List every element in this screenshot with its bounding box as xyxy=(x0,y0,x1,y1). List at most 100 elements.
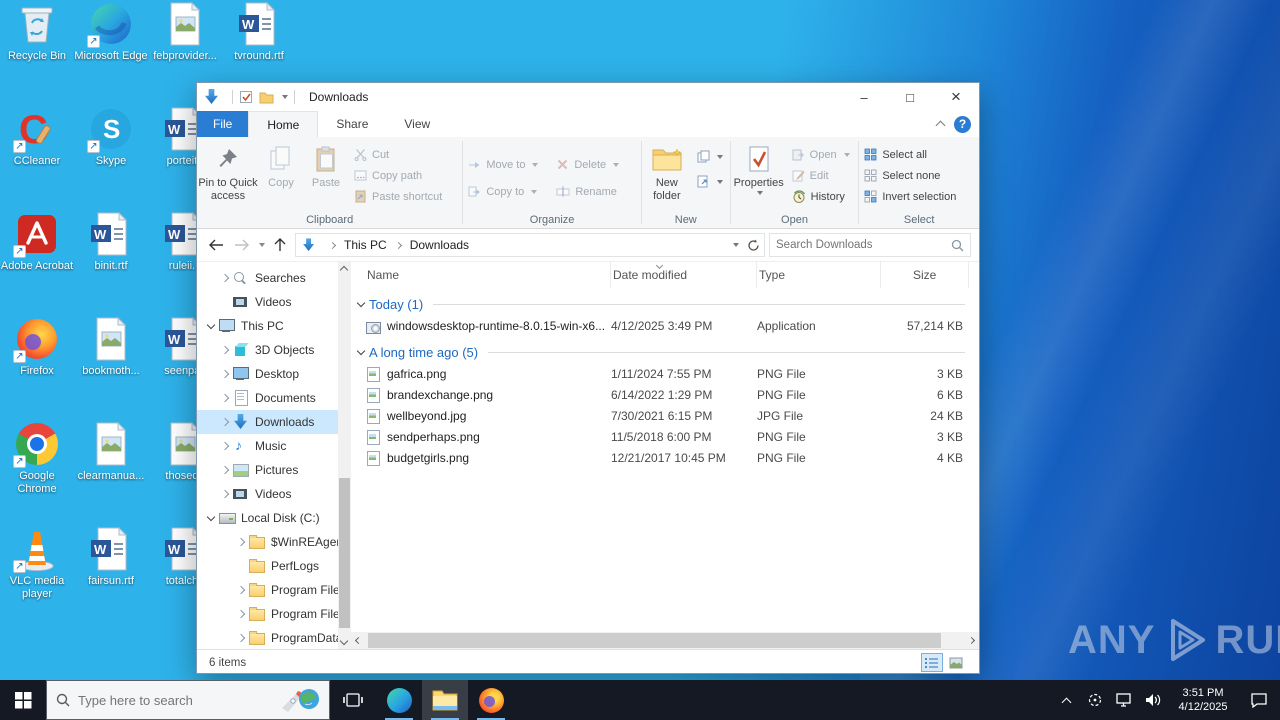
expander-icon[interactable] xyxy=(219,458,232,482)
group-header-today[interactable]: Today (1) xyxy=(351,293,979,315)
nav-item[interactable]: Downloads xyxy=(197,410,338,434)
recent-locations-icon[interactable] xyxy=(259,243,265,247)
nav-item[interactable]: PerfLogs xyxy=(197,554,338,578)
expander-icon[interactable] xyxy=(219,386,232,410)
desktop-icon-bookmoth[interactable]: bookmoth... xyxy=(74,315,148,420)
paste-shortcut-button[interactable]: Paste shortcut xyxy=(349,186,447,207)
file-row[interactable]: sendperhaps.png 11/5/2018 6:00 PM PNG Fi… xyxy=(351,426,979,447)
file-row[interactable]: windowsdesktop-runtime-8.0.15-win-x6... … xyxy=(351,315,979,336)
start-button[interactable] xyxy=(0,680,46,720)
new-folder-qat-icon[interactable] xyxy=(259,91,274,104)
desktop-icon-adobe-acrobat[interactable]: ↗ Adobe Acrobat xyxy=(0,210,74,315)
nav-item[interactable]: Pictures xyxy=(197,458,338,482)
select-all-button[interactable]: Select all xyxy=(859,144,979,165)
desktop-icon-recycle-bin[interactable]: Recycle Bin xyxy=(0,0,74,105)
nav-item[interactable]: ProgramData xyxy=(197,626,338,649)
expander-icon[interactable] xyxy=(235,578,248,602)
expander-icon[interactable] xyxy=(205,314,218,338)
copy-path-button[interactable]: Copy path xyxy=(349,165,447,186)
expander-icon[interactable] xyxy=(235,530,248,554)
nav-item[interactable]: Searches xyxy=(197,266,338,290)
new-item-button[interactable] xyxy=(692,146,728,167)
nav-item[interactable]: Desktop xyxy=(197,362,338,386)
tray-app-icon[interactable] xyxy=(1084,687,1106,713)
pin-to-quick-access-button[interactable]: Pin to Quick access xyxy=(197,140,259,212)
tray-expand-button[interactable] xyxy=(1055,687,1077,713)
copy-button[interactable]: Copy xyxy=(259,140,303,212)
select-none-button[interactable]: Select none xyxy=(859,165,979,186)
desktop-icon-binit[interactable]: binit.rtf xyxy=(74,210,148,315)
expander-icon[interactable] xyxy=(235,554,248,578)
file-row[interactable]: budgetgirls.png 12/21/2017 10:45 PM PNG … xyxy=(351,447,979,468)
nav-item[interactable]: $WinREAgent xyxy=(197,530,338,554)
expander-icon[interactable] xyxy=(219,290,232,314)
expander-icon[interactable] xyxy=(235,626,248,649)
breadcrumb-this-pc[interactable]: This PC xyxy=(342,238,389,252)
expander-icon[interactable] xyxy=(235,602,248,626)
desktop-icon-ccleaner[interactable]: C ↗ CCleaner xyxy=(0,105,74,210)
close-button[interactable]: × xyxy=(933,83,979,111)
nav-item[interactable]: Videos xyxy=(197,482,338,506)
paste-button[interactable]: Paste xyxy=(303,140,349,212)
desktop-icon-firefox[interactable]: ↗ Firefox xyxy=(0,315,74,420)
copy-to-button[interactable]: Copy to xyxy=(463,181,551,202)
title-bar[interactable]: Downloads – □ × xyxy=(197,83,979,111)
scroll-up-icon[interactable] xyxy=(339,265,349,275)
file-row[interactable]: brandexchange.png 6/14/2022 1:29 PM PNG … xyxy=(351,384,979,405)
desktop-icon-fairsun[interactable]: fairsun.rtf xyxy=(74,525,148,630)
scroll-down-icon[interactable] xyxy=(339,636,349,646)
desktop-icon-google-chrome[interactable]: ↗ Google Chrome xyxy=(0,420,74,525)
expander-icon[interactable] xyxy=(219,434,232,458)
tab-home[interactable]: Home xyxy=(248,111,319,137)
desktop-icon-clearmanua[interactable]: clearmanua... xyxy=(74,420,148,525)
group-header-a-long-time-ago[interactable]: A long time ago (5) xyxy=(351,341,979,363)
column-header-size[interactable]: Size xyxy=(881,262,969,288)
large-icons-view-button[interactable] xyxy=(945,653,967,672)
delete-button[interactable]: Delete xyxy=(551,154,624,175)
file-row[interactable]: wellbeyond.jpg 7/30/2021 6:15 PM JPG Fil… xyxy=(351,405,979,426)
nav-item[interactable]: Videos xyxy=(197,290,338,314)
nav-item[interactable]: Program Files xyxy=(197,602,338,626)
expander-icon[interactable] xyxy=(219,266,232,290)
expander-icon[interactable] xyxy=(219,338,232,362)
scroll-left-icon[interactable] xyxy=(354,636,363,645)
expander-icon[interactable] xyxy=(205,506,218,530)
properties-button[interactable]: Properties xyxy=(731,140,787,212)
taskbar-search-input[interactable] xyxy=(78,692,270,708)
expander-icon[interactable] xyxy=(219,482,232,506)
cut-button[interactable]: Cut xyxy=(349,144,447,165)
network-icon[interactable] xyxy=(1113,687,1135,713)
task-view-button[interactable] xyxy=(330,680,376,720)
maximize-button[interactable]: □ xyxy=(887,83,933,111)
history-button[interactable]: History xyxy=(787,186,855,207)
nav-item[interactable]: Program Files xyxy=(197,578,338,602)
back-button[interactable] xyxy=(205,234,227,256)
invert-selection-button[interactable]: Invert selection xyxy=(859,186,979,207)
address-bar[interactable]: This PC Downloads xyxy=(295,233,765,257)
action-center-button[interactable] xyxy=(1248,687,1270,713)
nav-item[interactable]: Local Disk (C:) xyxy=(197,506,338,530)
up-button[interactable] xyxy=(269,234,291,256)
forward-button[interactable] xyxy=(231,234,253,256)
taskbar-clock[interactable]: 3:51 PM 4/12/2025 xyxy=(1171,686,1235,715)
tab-share[interactable]: Share xyxy=(318,111,386,137)
open-button[interactable]: Open xyxy=(787,144,855,165)
nav-item[interactable]: Documents xyxy=(197,386,338,410)
volume-icon[interactable] xyxy=(1142,687,1164,713)
rename-button[interactable]: Rename xyxy=(551,181,624,202)
file-row[interactable]: gafrica.png 1/11/2024 7:55 PM PNG File 3… xyxy=(351,363,979,384)
edit-button[interactable]: Edit xyxy=(787,165,855,186)
tab-view[interactable]: View xyxy=(386,111,448,137)
desktop-icon-vlc[interactable]: ↗ VLC media player xyxy=(0,525,74,630)
easy-access-button[interactable] xyxy=(692,171,728,192)
horizontal-scrollbar[interactable] xyxy=(351,632,979,649)
expander-icon[interactable] xyxy=(219,410,232,434)
scrollbar-thumb[interactable] xyxy=(339,478,350,628)
qat-customize-icon[interactable] xyxy=(282,95,288,99)
minimize-button[interactable]: – xyxy=(841,83,887,111)
nav-item[interactable]: Music xyxy=(197,434,338,458)
help-button[interactable]: ? xyxy=(954,115,971,133)
collapse-ribbon-icon[interactable] xyxy=(935,120,946,131)
taskbar-firefox-button[interactable] xyxy=(468,680,514,720)
column-header-name[interactable]: Name xyxy=(365,262,611,288)
